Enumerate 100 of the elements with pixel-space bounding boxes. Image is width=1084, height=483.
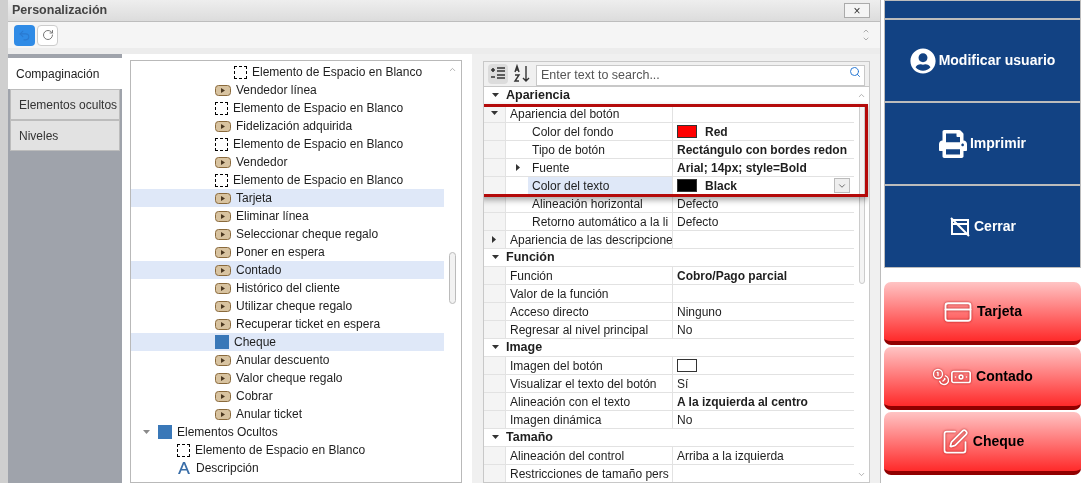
property-name[interactable]: Función — [506, 267, 672, 284]
expanded-caret-icon[interactable] — [491, 434, 499, 441]
categorized-view-icon[interactable] — [488, 64, 508, 84]
property-name[interactable]: Apariencia de las descripcione — [506, 231, 672, 248]
property-name[interactable]: Visualizar el texto del botón — [506, 375, 672, 392]
property-value[interactable]: Defecto — [677, 195, 719, 212]
collapsed-caret-icon[interactable] — [515, 164, 522, 171]
undo-button[interactable] — [14, 24, 35, 46]
dashed-square-icon — [215, 101, 228, 115]
tree-item[interactable]: Cheque — [131, 333, 444, 351]
play-tag-icon — [215, 228, 231, 240]
tree-item[interactable]: Elemento de Espacio en Blanco — [131, 99, 444, 117]
tree-item[interactable]: Anular descuento — [131, 351, 444, 369]
play-tag-icon — [215, 120, 231, 132]
property-value[interactable]: Defecto — [677, 213, 719, 230]
play-tag-icon — [215, 408, 231, 420]
property-name[interactable]: Fuente — [528, 159, 672, 176]
property-name[interactable]: Alineación horizontal — [528, 195, 672, 212]
menu-button[interactable]: Modificar usuario — [884, 19, 1081, 102]
dashed-square-icon — [215, 173, 228, 187]
collapsed-caret-icon[interactable] — [491, 236, 498, 243]
tree-item[interactable]: Elementos Ocultos — [131, 423, 444, 441]
payment-button[interactable]: Tarjeta — [884, 282, 1081, 345]
play-tag-icon — [215, 210, 231, 222]
side-tab[interactable]: Niveles — [10, 120, 120, 151]
play-tag-icon — [215, 264, 231, 276]
close-button[interactable]: × — [844, 3, 870, 18]
property-value[interactable]: Arriba a la izquierda — [677, 447, 784, 464]
category-label: Image — [506, 339, 543, 357]
tree-item[interactable]: Poner en espera — [131, 243, 444, 261]
property-value[interactable]: Ninguno — [677, 303, 722, 320]
menu-button[interactable]: Cerrar — [884, 185, 1081, 268]
tree-item[interactable]: Fidelización adquirida — [131, 117, 444, 135]
crossed-box-icon — [949, 216, 971, 237]
tree-item[interactable]: Vendedor línea — [131, 81, 444, 99]
property-name[interactable]: Acceso directo — [506, 303, 672, 320]
property-value[interactable]: Red — [705, 123, 728, 140]
menu-button[interactable]: Imprimir — [884, 102, 1081, 185]
property-value[interactable]: Black — [705, 177, 738, 194]
property-name[interactable]: Color del fondo — [528, 123, 672, 140]
redo-button[interactable] — [37, 24, 58, 46]
search-field[interactable]: Enter text to search... — [536, 64, 865, 86]
sort-alphabetical-icon[interactable] — [513, 64, 531, 84]
side-tab[interactable]: Compaginación — [8, 58, 122, 89]
tree-item[interactable]: Elemento de Espacio en Blanco — [131, 135, 444, 153]
expanded-caret-icon[interactable] — [491, 254, 499, 261]
square-icon — [158, 425, 172, 439]
property-name[interactable]: Restricciones de tamaño pers — [506, 465, 672, 482]
property-name[interactable]: Imagen dinámica — [506, 411, 672, 428]
tree-item[interactable]: Elemento de Espacio en Blanco — [131, 441, 444, 459]
tree-item[interactable]: Histórico del cliente — [131, 279, 444, 297]
expanded-caret-icon[interactable] — [491, 92, 499, 99]
tree-item[interactable]: Anular ticket — [131, 405, 444, 423]
property-name[interactable]: Color del texto — [528, 177, 672, 194]
property-value[interactable]: No — [677, 411, 693, 428]
property-name[interactable]: Alineación con el texto — [506, 393, 672, 410]
window-title: Personalización — [12, 2, 108, 20]
property-value[interactable]: Arial; 14px; style=Bold — [677, 159, 807, 176]
tree-item[interactable]: Descripción — [131, 459, 444, 477]
property-name[interactable]: Imagen del botón — [506, 357, 672, 374]
property-value[interactable]: Cobro/Pago parcial — [677, 267, 788, 284]
play-tag-icon — [215, 192, 231, 204]
payment-button[interactable]: Cheque — [884, 412, 1081, 475]
property-value[interactable]: No — [677, 321, 693, 338]
property-name[interactable]: Regresar al nivel principal — [506, 321, 672, 338]
tree-item[interactable]: Tarjeta — [131, 189, 444, 207]
tree-item[interactable]: Eliminar línea — [131, 207, 444, 225]
printer-icon — [939, 129, 967, 158]
search-icon[interactable] — [849, 66, 861, 78]
tree-item[interactable]: Contado — [131, 261, 444, 279]
tree-item[interactable]: Elemento de Espacio en Blanco — [131, 171, 444, 189]
square-icon — [215, 335, 229, 349]
play-tag-icon — [215, 246, 231, 258]
property-name[interactable]: Apariencia del botón — [506, 105, 672, 122]
payment-button[interactable]: Contado — [884, 347, 1081, 410]
tree-item[interactable]: Seleccionar cheque regalo — [131, 225, 444, 243]
scroll-thumb[interactable] — [449, 252, 456, 304]
property-name[interactable]: Valor de la función — [506, 285, 672, 302]
category-label: Tamaño — [506, 429, 553, 447]
category-label: Función — [506, 249, 555, 267]
expanded-caret-icon[interactable] — [491, 110, 498, 117]
expanded-caret-icon[interactable] — [491, 344, 499, 351]
property-value[interactable]: Rectángulo con bordes redon — [677, 141, 847, 158]
side-tab[interactable]: Elementos ocultos — [10, 89, 120, 120]
play-tag-icon — [215, 300, 231, 312]
tree-item[interactable]: Cobrar — [131, 387, 444, 405]
property-name[interactable]: Tipo de botón — [528, 141, 672, 158]
dashed-square-icon — [177, 443, 190, 457]
tree-item[interactable]: Vendedor — [131, 153, 444, 171]
tree-item[interactable]: Valor cheque regalo — [131, 369, 444, 387]
property-name[interactable]: Alineación del control — [506, 447, 672, 464]
property-value[interactable]: A la izquierda al centro — [677, 393, 808, 410]
property-value[interactable]: Sí — [677, 375, 689, 392]
tree-item[interactable]: Elemento de Espacio en Blanco — [131, 63, 444, 81]
tree-item[interactable]: Utilizar cheque regalo — [131, 297, 444, 315]
letter-a-icon — [177, 461, 191, 475]
tree-item[interactable]: Recuperar ticket en espera — [131, 315, 444, 333]
redo-icon — [41, 29, 54, 41]
property-name[interactable]: Retorno automático a la li — [528, 213, 672, 230]
menu-button[interactable] — [884, 0, 1081, 19]
